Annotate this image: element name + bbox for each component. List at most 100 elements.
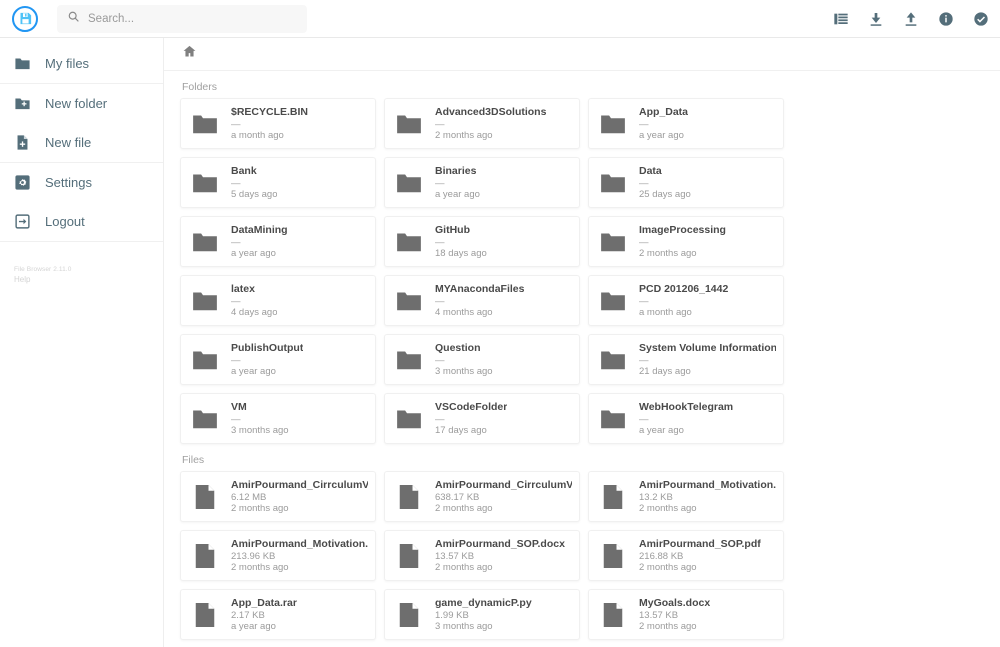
file-icon [596,598,630,632]
app-logo[interactable] [5,6,45,32]
folder-name: WebHookTelegram [639,401,733,414]
file-name: AmirPourmand_SOP.docx [435,538,565,551]
folder-size: — [231,296,277,307]
folder-card[interactable]: $RECYCLE.BIN—a month ago [180,98,376,149]
file-card[interactable]: AmirPourmand_CirrculumVi...6.12 MB2 mont… [180,471,376,522]
folder-icon [596,343,630,377]
file-size: 6.12 MB [231,492,368,503]
file-name: AmirPourmand_CirrculumVi... [435,479,572,492]
folder-size: — [639,296,728,307]
folder-icon [392,166,426,200]
sidebar-item-new-folder[interactable]: New folder [0,84,163,123]
folder-card[interactable]: GitHub—18 days ago [384,216,580,267]
folder-icon [392,284,426,318]
folder-card[interactable]: Question—3 months ago [384,334,580,385]
folder-icon [188,284,222,318]
sidebar-item-settings[interactable]: Settings [0,163,163,202]
folder-card[interactable]: ImageProcessing—2 months ago [588,216,784,267]
folder-card[interactable]: latex—4 days ago [180,275,376,326]
file-card[interactable]: MyGoals.docx13.57 KB2 months ago [588,589,784,640]
file-card[interactable]: AmirPourmand_CirrculumVi...638.17 KB2 mo… [384,471,580,522]
folder-card[interactable]: App_Data—a year ago [588,98,784,149]
folder-icon [188,402,222,436]
folder-size: — [639,237,726,248]
file-size: 1.99 KB [435,610,532,621]
home-icon[interactable] [182,44,197,64]
folder-modified: a month ago [231,130,308,141]
toolbar-actions [832,10,990,28]
folder-card[interactable]: DataMining—a year ago [180,216,376,267]
folder-card[interactable]: VSCodeFolder—17 days ago [384,393,580,444]
folder-name: VM [231,401,289,414]
sidebar-item-label: Logout [45,214,85,229]
file-card[interactable]: AmirPourmand_SOP.pdf216.88 KB2 months ag… [588,530,784,581]
file-icon [596,480,630,514]
folder-card[interactable]: PublishOutput—a year ago [180,334,376,385]
folder-modified: 5 days ago [231,189,277,200]
folder-name: VSCodeFolder [435,401,507,414]
file-icon [188,598,222,632]
search-icon [67,10,80,28]
folder-icon [188,107,222,141]
select-multiple-button[interactable] [972,10,990,28]
folder-card[interactable]: Advanced3DSolutions—2 months ago [384,98,580,149]
folder-name: MYAnacondaFiles [435,283,524,296]
folder-name: System Volume Information [639,342,776,355]
app-version: File Browser 2.11.0 [14,266,163,273]
folder-plus-icon [12,94,32,114]
folder-modified: 4 days ago [231,307,277,318]
folder-card[interactable]: Bank—5 days ago [180,157,376,208]
upload-button[interactable] [902,10,920,28]
file-size: 13.2 KB [639,492,776,503]
file-card[interactable]: App_Data.rar2.17 KBa year ago [180,589,376,640]
file-card[interactable]: game_dynamicP.py1.99 KB3 months ago [384,589,580,640]
file-card[interactable]: AmirPourmand_Motivation....213.96 KB2 mo… [180,530,376,581]
folder-card[interactable]: System Volume Information—21 days ago [588,334,784,385]
folder-name: DataMining [231,224,288,237]
folder-modified: a year ago [435,189,480,200]
sidebar-item-new-file[interactable]: New file [0,123,163,162]
folder-card[interactable]: WebHookTelegram—a year ago [588,393,784,444]
folder-size: — [639,178,691,189]
folder-size: — [231,414,289,425]
folder-size: — [435,414,507,425]
folder-modified: 21 days ago [639,366,776,377]
folder-card[interactable]: MYAnacondaFiles—4 months ago [384,275,580,326]
sidebar-item-logout[interactable]: Logout [0,202,163,241]
folder-name: GitHub [435,224,487,237]
search-input[interactable]: Search... [57,5,307,33]
folder-card[interactable]: VM—3 months ago [180,393,376,444]
file-card[interactable]: AmirPourmand_SOP.docx13.57 KB2 months ag… [384,530,580,581]
folder-size: — [435,178,480,189]
switch-view-button[interactable] [832,10,850,28]
folder-card[interactable]: Binaries—a year ago [384,157,580,208]
folder-card[interactable]: PCD 201206_1442—a month ago [588,275,784,326]
folder-name: ImageProcessing [639,224,726,237]
folder-icon [188,166,222,200]
main-content: Folders $RECYCLE.BIN—a month agoAdvanced… [164,38,1000,647]
help-link[interactable]: Help [14,275,163,284]
sidebar-group-create: New folder New file [0,84,163,163]
sidebar-item-my-files[interactable]: My files [0,44,163,83]
info-button[interactable] [937,10,955,28]
file-listing: Folders $RECYCLE.BIN—a month agoAdvanced… [164,81,1000,647]
file-modified: 2 months ago [435,503,572,514]
sidebar-item-label: My files [45,56,89,71]
sidebar-footer: File Browser 2.11.0 Help [0,266,163,284]
folder-card[interactable]: Data—25 days ago [588,157,784,208]
download-button[interactable] [867,10,885,28]
file-plus-icon [12,133,32,153]
file-size: 638.17 KB [435,492,572,503]
folder-name: Advanced3DSolutions [435,106,546,119]
folder-name: Binaries [435,165,480,178]
folder-icon [188,343,222,377]
folder-modified: 3 months ago [435,366,493,377]
sidebar-item-label: Settings [45,175,92,190]
folder-icon [596,107,630,141]
folder-modified: a year ago [231,366,303,377]
folder-modified: 18 days ago [435,248,487,259]
file-card[interactable]: AmirPourmand_Motivation....13.2 KB2 mont… [588,471,784,522]
folder-size: — [231,237,288,248]
folder-modified: 4 months ago [435,307,524,318]
folder-size: — [435,296,524,307]
